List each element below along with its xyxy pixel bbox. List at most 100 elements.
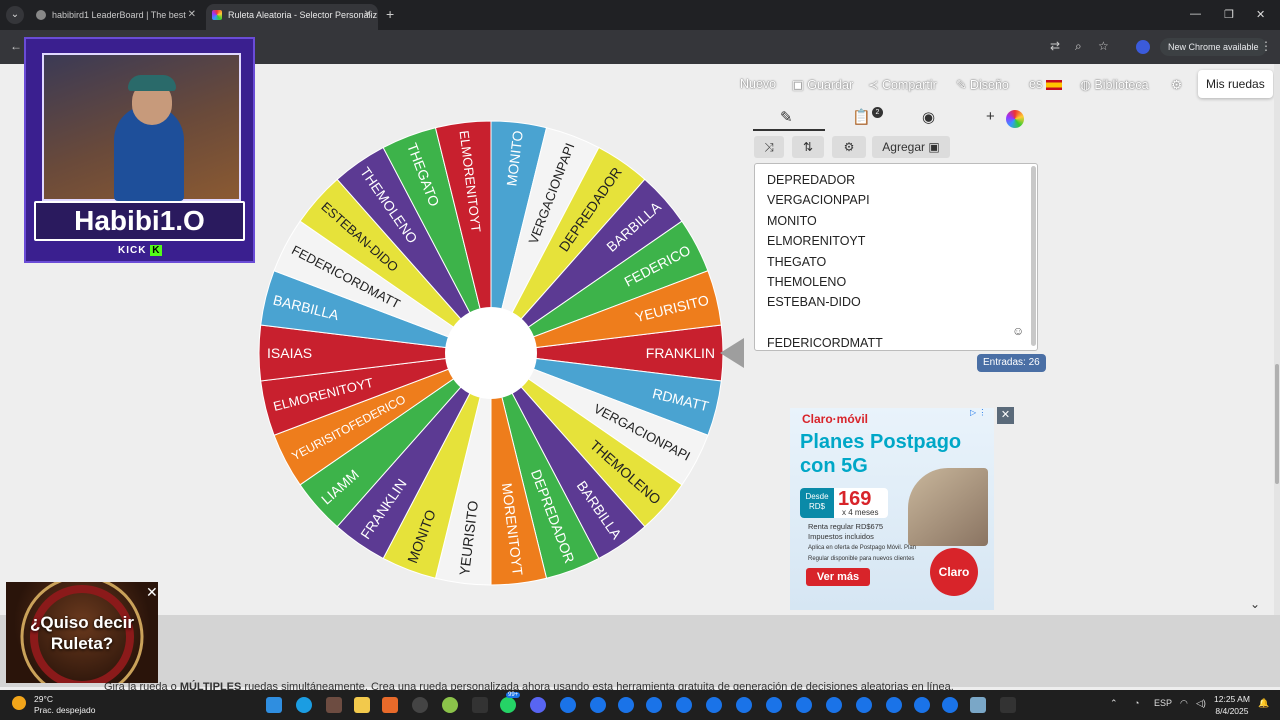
guardar-link[interactable]: ▣ Guardar: [792, 77, 853, 92]
volume-icon[interactable]: ◁): [1196, 698, 1206, 709]
chrome-icon[interactable]: [856, 697, 872, 713]
notifications-bell-icon[interactable]: 🔔: [1258, 698, 1269, 709]
app-icon[interactable]: [326, 697, 342, 713]
ad-headline-1: Planes Postpago: [800, 431, 962, 453]
diseno-link[interactable]: ✎ Diseño: [956, 77, 1009, 92]
chrome-icon[interactable]: [706, 697, 722, 713]
guardar-label: Guardar: [807, 78, 854, 92]
app-icon[interactable]: [472, 697, 488, 713]
whatsapp-icon[interactable]: [500, 697, 516, 713]
windows-start-icon[interactable]: [266, 697, 282, 713]
chrome-icon[interactable]: [646, 697, 662, 713]
taskbar-clock[interactable]: 12:25 AM 8/4/2025: [1214, 693, 1250, 717]
nuevo-link[interactable]: Nuevo: [740, 77, 776, 91]
tab-leaderboard[interactable]: habibird1 LeaderBoard | The best ✕: [30, 4, 202, 30]
chrome-icon[interactable]: [796, 697, 812, 713]
shuffle-button[interactable]: ⤨: [754, 136, 784, 158]
entries-scrollbar[interactable]: [1031, 166, 1036, 346]
tab-search-dropdown[interactable]: ⌄: [6, 6, 24, 24]
page-scrollbar-thumb[interactable]: [1275, 364, 1279, 484]
clock-time: 12:25 AM: [1214, 694, 1250, 704]
kick-logo: KICK K: [118, 245, 163, 256]
menu-kebab-icon[interactable]: ⋮: [1260, 39, 1272, 53]
chrome-icon[interactable]: [736, 697, 752, 713]
entry-line: THEGATO: [767, 254, 827, 269]
translate-icon[interactable]: ⇄: [1050, 39, 1060, 53]
compartir-label: Compartir: [881, 78, 937, 92]
profile-icon[interactable]: [1136, 40, 1150, 54]
discord-icon[interactable]: [530, 697, 546, 713]
hide-eye-icon[interactable]: ◉: [922, 108, 935, 132]
file-explorer-icon[interactable]: [354, 697, 370, 713]
claro-ad[interactable]: Claro·móvil Planes Postpago con 5G Desde …: [790, 408, 994, 610]
tray-app-icon[interactable]: ◔: [1134, 698, 1139, 708]
weather-desc: Prac. despejado: [34, 705, 96, 715]
color-wheel-icon[interactable]: [1006, 110, 1024, 128]
ad-brand: Claro·móvil: [802, 412, 869, 426]
ad-headline-2: con 5G: [800, 455, 868, 477]
sort-button[interactable]: ⇅: [792, 136, 824, 158]
clipboard-icon[interactable]: 📋: [852, 108, 871, 132]
biblioteca-link[interactable]: ◍ Biblioteca: [1080, 77, 1149, 92]
tab-ruleta[interactable]: Ruleta Aleatoria - Selector Personaliz ✕: [206, 4, 378, 30]
wifi-icon[interactable]: ◠: [1180, 698, 1188, 709]
chrome-icon[interactable]: [766, 697, 782, 713]
minimize-icon[interactable]: —: [1190, 8, 1201, 20]
close-icon[interactable]: ✕: [188, 4, 196, 26]
edge-icon[interactable]: [296, 697, 312, 713]
app-icon[interactable]: [970, 697, 986, 713]
chrome-icon[interactable]: [560, 697, 576, 713]
wheel-center-hub[interactable]: [445, 307, 537, 399]
app-icon[interactable]: [1000, 697, 1016, 713]
compartir-link[interactable]: ≺ Compartir: [868, 77, 937, 92]
close-icon[interactable]: ✕: [364, 4, 372, 26]
page-scrollbar[interactable]: [1274, 64, 1280, 615]
ad-desde: Desde RD$: [800, 488, 834, 518]
chrome-icon[interactable]: [826, 697, 842, 713]
entry-line: [755, 313, 1037, 333]
weather-widget[interactable]: 29°C Prac. despejado: [12, 694, 95, 716]
app-icon[interactable]: [442, 697, 458, 713]
notification-badge: 99+: [506, 692, 521, 698]
zoom-icon[interactable]: ⌕: [1075, 39, 1082, 54]
chrome-icon[interactable]: [942, 697, 958, 713]
agregar-image-button[interactable]: Agregar ▣: [872, 136, 950, 158]
restore-icon[interactable]: ❐: [1224, 8, 1234, 21]
ad-close-icon[interactable]: ✕: [997, 407, 1014, 424]
advanced-button[interactable]: ⚙: [832, 136, 866, 158]
mis-ruedas-button[interactable]: Mis ruedas: [1198, 70, 1273, 98]
app-icon[interactable]: [382, 697, 398, 713]
roulette-overlay[interactable]: ¿Quiso decir Ruleta? ✕: [6, 582, 158, 683]
tray-chevron-icon[interactable]: ⌃: [1110, 698, 1118, 709]
spin-wheel[interactable]: FRANKLINRDMATTVERGACIONPAPITHEMOLENOBARB…: [256, 118, 726, 588]
add-wheel-plus-icon[interactable]: +: [986, 108, 995, 132]
emoji-smile-icon[interactable]: ☺: [1012, 324, 1024, 338]
entry-line: THEMOLENO: [767, 274, 847, 289]
input-language[interactable]: ESP: [1154, 698, 1172, 708]
new-tab-icon[interactable]: +: [386, 6, 394, 22]
entries-textarea[interactable]: DEPREDADOR VERGACIONPAPI MONITO ELMORENI…: [754, 163, 1038, 351]
ad-choices-icon[interactable]: ▷ ⋮: [970, 408, 986, 417]
bookmark-star-icon[interactable]: ☆: [1098, 39, 1109, 53]
tab-title: habibird1 LeaderBoard | The best: [52, 10, 186, 20]
windows-taskbar: 29°C Prac. despejado 99+ ⌃ ◔ ESP ◠ ◁) 12:…: [0, 690, 1280, 720]
tab-title: Ruleta Aleatoria - Selector Personaliz: [228, 10, 378, 20]
close-icon[interactable]: ✕: [146, 584, 158, 601]
chrome-icon[interactable]: [618, 697, 634, 713]
back-arrow-icon[interactable]: ←: [10, 39, 22, 53]
window-close-icon[interactable]: ✕: [1256, 8, 1265, 21]
settings-gear-icon[interactable]: ⚙: [1171, 77, 1182, 92]
ad-cta-button[interactable]: Ver más: [806, 568, 870, 586]
webcam-feed: [42, 53, 241, 201]
image-icon: ▣: [928, 140, 940, 154]
language-selector[interactable]: es: [1029, 77, 1062, 91]
app-icon[interactable]: [412, 697, 428, 713]
streamer-name: Habibi1.O: [34, 201, 245, 241]
new-chrome-button[interactable]: New Chrome available: [1160, 38, 1267, 56]
chrome-icon[interactable]: [676, 697, 692, 713]
chrome-icon[interactable]: [886, 697, 902, 713]
chrome-icon[interactable]: [914, 697, 930, 713]
chrome-icon[interactable]: [590, 697, 606, 713]
entry-line: DEPREDADOR: [767, 173, 856, 187]
chevron-down-icon[interactable]: ⌄: [1250, 597, 1260, 611]
